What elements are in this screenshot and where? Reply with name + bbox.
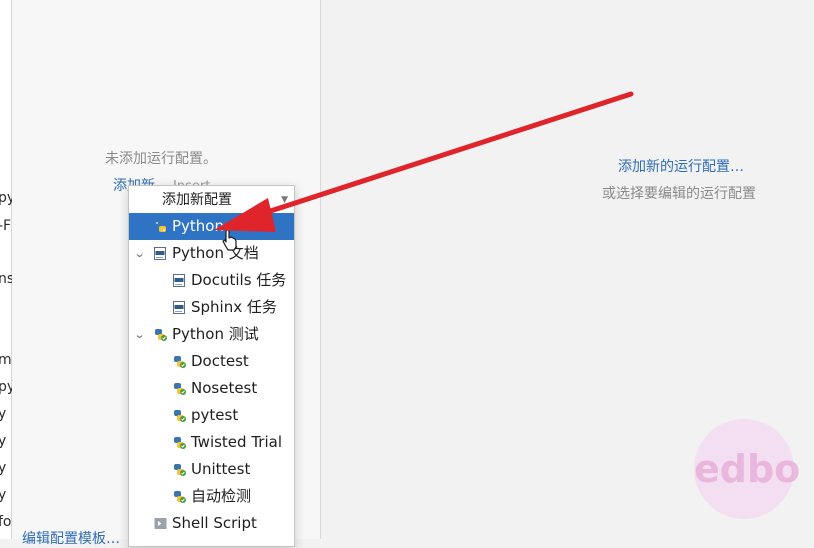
rst-icon [173, 301, 185, 314]
select-configuration-hint: 或选择要编辑的运行配置 [602, 186, 756, 202]
menu-item-pytest[interactable]: pytest [129, 402, 294, 429]
menu-item-sphinx-task[interactable]: Sphinx 任务 [129, 294, 294, 321]
menu-item-python-docs[interactable]: ⌄ Python 文档 [129, 240, 294, 267]
python-test-icon [174, 383, 186, 395]
python-test-icon [174, 464, 186, 476]
python-icon [155, 221, 166, 232]
menu-item-label: Docutils 任务 [191, 271, 287, 289]
background-text-fragment: -F [0, 218, 12, 234]
menu-item-label: pytest [191, 406, 239, 424]
python-test-icon [174, 356, 186, 368]
menu-item-docutils-task[interactable]: Docutils 任务 [129, 267, 294, 294]
background-window-edge: py -F ns m py y y y y fo [0, 0, 15, 539]
menu-item-label: Unittest [191, 460, 251, 478]
menu-item-label: Twisted Trial [191, 433, 282, 451]
menu-item-label: Python [172, 217, 224, 235]
add-new-run-configuration-link[interactable]: 添加新的运行配置… [618, 156, 744, 176]
menu-item-shell-script[interactable]: Shell Script [129, 510, 294, 537]
rst-icon [154, 247, 166, 260]
no-configurations-text: 未添加运行配置。 [105, 151, 217, 167]
menu-item-label: Python 测试 [172, 325, 259, 343]
python-test-icon [174, 410, 186, 422]
menu-item-label: Python 文档 [172, 244, 259, 262]
menu-item-label: Shell Script [172, 514, 257, 532]
background-text-fragment: y [0, 460, 7, 476]
menu-item-twisted-trial[interactable]: Twisted Trial [129, 429, 294, 456]
python-test-icon [155, 329, 167, 341]
popup-title: 添加新配置 [162, 192, 232, 208]
menu-item-label: Doctest [191, 352, 249, 370]
background-text-fragment: y [0, 487, 7, 503]
rst-icon [173, 274, 185, 287]
collapse-popup-icon[interactable]: ▼ [281, 186, 288, 215]
shell-script-icon [154, 518, 167, 529]
python-test-icon [174, 437, 186, 449]
menu-item-label: Nosetest [191, 379, 258, 397]
background-text-fragment: m [0, 352, 12, 368]
chevron-down-icon[interactable]: ⌄ [134, 321, 146, 348]
background-text-fragment: fo [0, 514, 12, 530]
menu-item-autodetect[interactable]: 自动检测 [129, 483, 294, 510]
menu-item-label: 自动检测 [191, 487, 252, 505]
menu-item-python-tests[interactable]: ⌄ Python 测试 [129, 321, 294, 348]
chevron-down-icon[interactable]: ⌄ [134, 240, 146, 267]
edit-configuration-templates-link[interactable]: 编辑配置模板… [22, 528, 120, 548]
hand-pointer-cursor-icon [222, 229, 237, 251]
python-test-icon [174, 491, 186, 503]
menu-item-python[interactable]: Python [129, 213, 294, 240]
menu-item-nosetest[interactable]: Nosetest [129, 375, 294, 402]
menu-item-doctest[interactable]: Doctest [129, 348, 294, 375]
menu-item-label: Sphinx 任务 [191, 298, 277, 316]
popup-header: 添加新配置 ▼ [129, 186, 294, 213]
add-new-configuration-popup: 添加新配置 ▼ Python ⌄ Python 文档 Docutils 任务 S… [128, 185, 295, 547]
watermark-logo: edbo [694, 419, 800, 519]
background-text-fragment: y [0, 406, 7, 422]
menu-item-unittest[interactable]: Unittest [129, 456, 294, 483]
background-text-fragment: y [0, 433, 7, 449]
